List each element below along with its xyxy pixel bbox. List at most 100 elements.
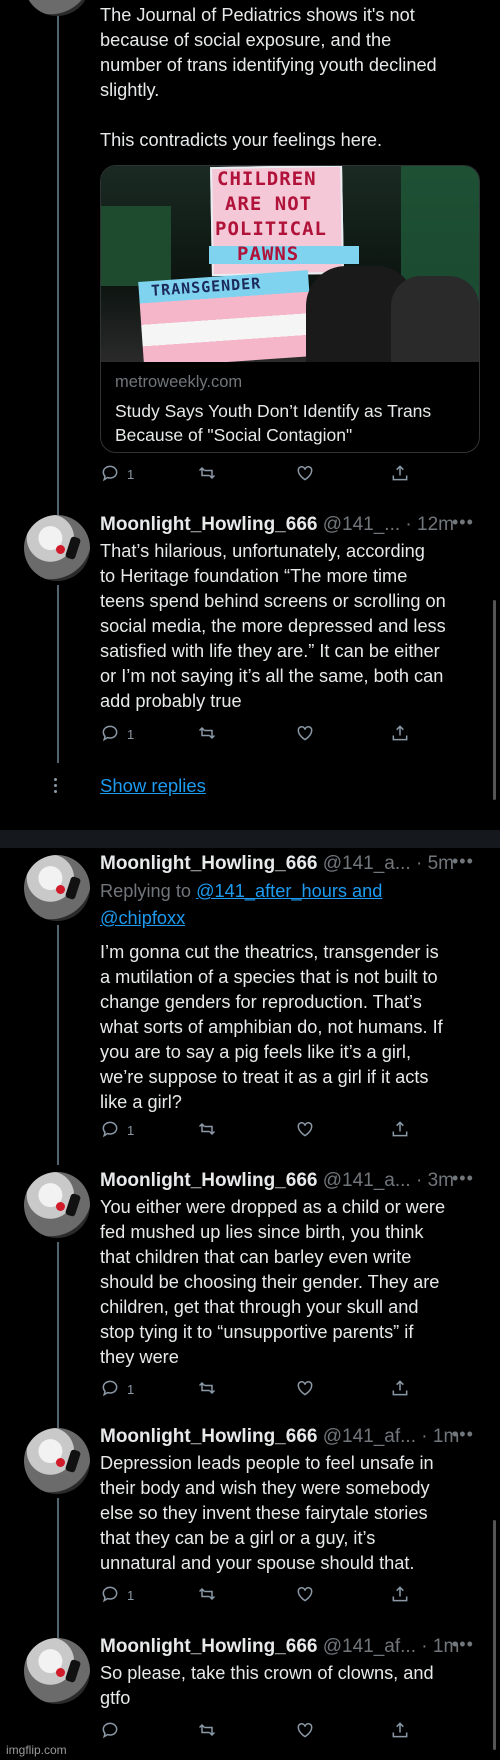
like-icon <box>297 1722 313 1738</box>
author-name[interactable]: Moonlight_Howling_666 @141_a... · 5m <box>100 853 454 875</box>
watermark: imgflip.com <box>6 1743 67 1757</box>
tweet-text: The Journal of Pediatrics shows it's not… <box>100 5 437 150</box>
reply-count: 1 <box>127 467 135 482</box>
avatar[interactable] <box>24 1172 90 1238</box>
retweet-button[interactable] <box>197 1584 217 1606</box>
author-name[interactable]: Moonlight_Howling_666 @141_af... · 1m <box>100 1426 459 1448</box>
show-replies-link[interactable]: Show replies <box>100 775 206 797</box>
tweet-text: That’s hilarious, unfortunately, accordi… <box>100 541 446 711</box>
sign-line: POLITICAL <box>215 218 327 240</box>
like-icon <box>297 725 313 741</box>
retweet-icon <box>198 726 216 740</box>
avatar[interactable] <box>24 1638 90 1704</box>
reply-count: 1 <box>127 727 135 742</box>
like-icon <box>297 1586 313 1602</box>
handle: @141_a... <box>322 1170 411 1191</box>
reply-button[interactable]: 1 <box>100 1378 134 1400</box>
retweet-icon <box>198 1381 216 1395</box>
author-name[interactable]: Moonlight_Howling_666 @141_... · 12m <box>100 514 454 536</box>
share-icon <box>392 1121 408 1137</box>
handle: @141_af... <box>322 1426 416 1447</box>
replying-to: Replying to @141_after_hours and @chipfo… <box>100 878 480 932</box>
tweet-text: Depression leads people to feel unsafe i… <box>100 1453 434 1573</box>
share-button[interactable] <box>390 463 410 485</box>
thread-line <box>57 1242 59 1432</box>
more-options-button[interactable]: ••• <box>452 851 474 872</box>
retweet-button[interactable] <box>197 1720 217 1742</box>
retweet-button[interactable] <box>197 1378 217 1400</box>
tweet-text: You either were dropped as a child or we… <box>100 1197 446 1367</box>
like-button[interactable] <box>295 1584 315 1606</box>
avatar[interactable] <box>24 1428 90 1494</box>
display-name[interactable]: Moonlight_Howling_666 <box>100 514 317 535</box>
avatar[interactable] <box>24 515 90 581</box>
reply-icon <box>102 465 118 482</box>
display-name[interactable]: Moonlight_Howling_666 <box>100 1426 317 1447</box>
card-title: Study Says Youth Don’t Identify as Trans… <box>115 401 432 445</box>
reply-button[interactable] <box>100 1720 120 1742</box>
share-button[interactable] <box>390 1720 410 1742</box>
retweet-button[interactable] <box>197 1119 217 1141</box>
sign-line: PAWNS <box>237 243 300 265</box>
reply-count: 1 <box>127 1382 135 1397</box>
retweet-button[interactable] <box>197 463 217 485</box>
retweet-icon <box>198 1587 216 1601</box>
share-icon <box>392 1586 408 1602</box>
share-button[interactable] <box>390 1378 410 1400</box>
thread-line <box>57 585 59 763</box>
author-name[interactable]: Moonlight_Howling_666 @141_a... · 3m <box>100 1170 454 1192</box>
thread-line <box>57 16 59 516</box>
reply-button[interactable]: 1 <box>100 463 134 485</box>
avatar[interactable] <box>24 0 90 16</box>
more-dots-icon <box>54 778 58 796</box>
scrollbar[interactable] <box>493 600 496 800</box>
like-button[interactable] <box>295 1720 315 1742</box>
reply-button[interactable]: 1 <box>100 1584 134 1606</box>
handle: @141_... <box>322 514 401 535</box>
tweet-text: I’m gonna cut the theatrics, transgender… <box>100 942 443 1112</box>
tweet-actions: 1 <box>100 1119 440 1143</box>
tweet-actions: 1 <box>100 1378 440 1402</box>
reply-count: 1 <box>127 1588 135 1603</box>
reply-icon <box>102 725 118 742</box>
author-name[interactable]: Moonlight_Howling_666 @141_af... · 1m <box>100 1636 459 1658</box>
tweet-actions: 1 <box>100 463 440 487</box>
reply-icon <box>102 1722 118 1739</box>
like-button[interactable] <box>295 723 315 745</box>
like-button[interactable] <box>295 463 315 485</box>
more-options-button[interactable]: ••• <box>452 512 474 533</box>
share-icon <box>392 725 408 741</box>
thread-line <box>57 925 59 1165</box>
retweet-button[interactable] <box>197 723 217 745</box>
display-name[interactable]: Moonlight_Howling_666 <box>100 1170 317 1191</box>
share-button[interactable] <box>390 723 410 745</box>
link-card[interactable]: CHILDREN ARE NOT POLITICAL PAWNS TRANSGE… <box>100 165 480 453</box>
share-button[interactable] <box>390 1584 410 1606</box>
display-name[interactable]: Moonlight_Howling_666 <box>100 853 317 874</box>
more-options-button[interactable]: ••• <box>452 1424 474 1445</box>
sign-line: CHILDREN <box>217 168 317 190</box>
reply-icon <box>102 1380 118 1397</box>
reply-button[interactable]: 1 <box>100 1119 134 1141</box>
like-button[interactable] <box>295 1119 315 1141</box>
timestamp[interactable]: · 5m <box>416 853 454 874</box>
reply-button[interactable]: 1 <box>100 723 134 745</box>
like-button[interactable] <box>295 1378 315 1400</box>
card-domain: metroweekly.com <box>115 373 243 391</box>
scrollbar[interactable] <box>493 1520 496 1750</box>
card-image: CHILDREN ARE NOT POLITICAL PAWNS TRANSGE… <box>101 166 479 362</box>
more-options-button[interactable]: ••• <box>452 1634 474 1655</box>
display-name[interactable]: Moonlight_Howling_666 <box>100 1636 317 1657</box>
tweet-actions <box>100 1720 440 1744</box>
timestamp[interactable]: · 3m <box>416 1170 454 1191</box>
timestamp[interactable]: · 12m <box>405 514 454 535</box>
more-options-button[interactable]: ••• <box>452 1168 474 1189</box>
reply-icon <box>102 1121 118 1138</box>
share-button[interactable] <box>390 1119 410 1141</box>
tweet-actions: 1 <box>100 723 440 747</box>
tweet-actions: 1 <box>100 1584 440 1608</box>
like-icon <box>297 465 313 481</box>
avatar[interactable] <box>24 855 90 921</box>
tweet-text: So please, take this crown of clowns, an… <box>100 1663 434 1708</box>
section-divider <box>0 830 500 848</box>
